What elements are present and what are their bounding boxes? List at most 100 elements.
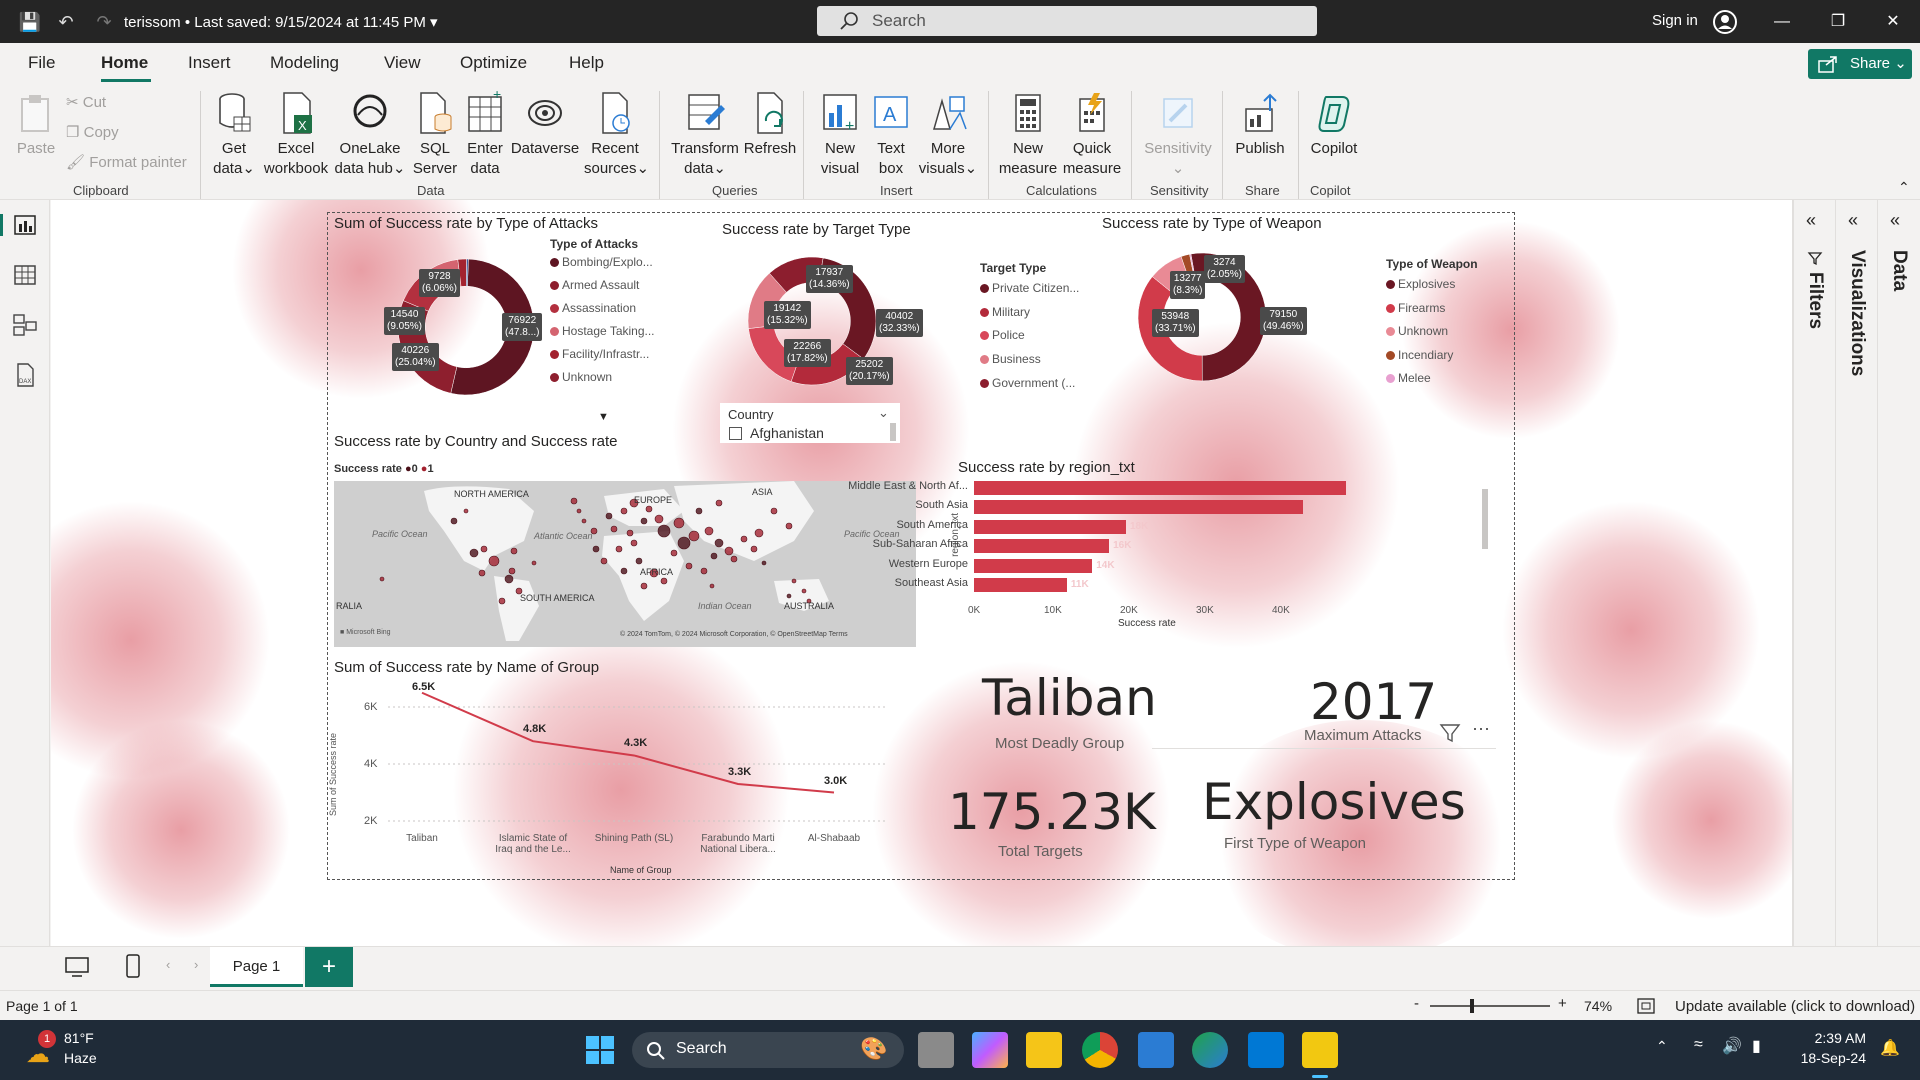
new-measure-button[interactable]: New measure <box>996 91 1060 179</box>
task-view-icon[interactable] <box>918 1032 954 1068</box>
zoom-in-button[interactable]: + <box>1558 995 1567 1012</box>
copilot-button[interactable]: Copilot <box>1304 91 1364 159</box>
legend-item[interactable]: Government (... <box>980 376 1075 390</box>
update-available-link[interactable]: Update available (click to download) <box>1675 998 1915 1015</box>
sign-in-button[interactable]: Sign in <box>1652 12 1698 29</box>
zoom-out-button[interactable]: - <box>1414 995 1419 1012</box>
collapse-ribbon-icon[interactable]: ⌃ <box>1898 179 1910 196</box>
bar[interactable] <box>974 500 1304 515</box>
report-canvas[interactable]: Sum of Success rate by Type of Attacks 9… <box>51 200 1792 946</box>
add-page-button[interactable]: + <box>305 947 353 987</box>
mobile-layout-icon[interactable] <box>124 953 142 979</box>
copilot-taskbar-icon[interactable] <box>972 1032 1008 1068</box>
legend-item[interactable]: Private Citizen... <box>980 281 1079 295</box>
legend-item[interactable]: Military <box>980 305 1030 319</box>
close-button[interactable]: ✕ <box>1873 8 1913 36</box>
clock-date[interactable]: 18-Sep-24 <box>1796 1050 1866 1066</box>
store-icon[interactable] <box>1138 1032 1174 1068</box>
bar[interactable] <box>974 578 1067 592</box>
filters-pane[interactable]: « Filters <box>1793 200 1835 946</box>
expand-pane-icon[interactable]: « <box>1848 210 1858 231</box>
file-explorer-icon[interactable] <box>1026 1032 1062 1068</box>
bar[interactable] <box>974 539 1110 554</box>
tab-optimize[interactable]: Optimize <box>460 53 527 73</box>
bar[interactable] <box>974 481 1346 495</box>
zoom-slider-thumb[interactable] <box>1470 999 1474 1013</box>
transform-data-button[interactable]: Transform data⌄ <box>668 91 742 179</box>
vscode-icon[interactable] <box>1248 1032 1284 1068</box>
account-icon[interactable] <box>1712 9 1738 35</box>
legend-item[interactable]: Explosives <box>1386 277 1455 291</box>
battery-icon[interactable]: ▮ <box>1752 1036 1761 1056</box>
power-bi-icon[interactable] <box>1302 1032 1338 1068</box>
volume-icon[interactable]: 🔊 <box>1722 1036 1742 1056</box>
publish-button[interactable]: Publish <box>1230 91 1290 159</box>
save-icon[interactable]: 💾 <box>18 10 42 34</box>
desktop-layout-icon[interactable] <box>64 955 90 979</box>
excel-workbook-button[interactable]: X Excel workbook <box>262 91 330 179</box>
expand-pane-icon[interactable]: « <box>1806 210 1816 231</box>
notification-icon[interactable]: 🔔 <box>1880 1038 1900 1058</box>
legend-item[interactable]: Unknown <box>1386 324 1448 338</box>
dax-query-view-icon[interactable]: DAX <box>12 362 38 388</box>
chart-scrollbar[interactable] <box>1482 489 1488 549</box>
legend-item[interactable]: Police <box>980 328 1025 342</box>
share-button[interactable]: Share ⌄ <box>1808 49 1912 79</box>
report-view-icon[interactable] <box>12 212 38 238</box>
model-view-icon[interactable] <box>12 312 38 338</box>
zoom-level[interactable]: 74% <box>1584 998 1612 1014</box>
next-page-icon[interactable]: › <box>194 957 198 972</box>
windows-start-icon[interactable] <box>582 1032 618 1068</box>
legend-item[interactable]: Incendiary <box>1386 348 1453 362</box>
refresh-button[interactable]: Refresh <box>742 91 798 159</box>
format-painter-button[interactable]: 🖌 Format painter <box>66 153 187 171</box>
onelake-button[interactable]: OneLake data hub⌄ <box>332 91 408 179</box>
tab-view[interactable]: View <box>384 53 421 73</box>
redo-icon[interactable]: ↷ <box>92 10 116 34</box>
tab-help[interactable]: Help <box>569 53 604 73</box>
chrome-icon[interactable] <box>1082 1032 1118 1068</box>
sql-server-button[interactable]: SQL Server <box>410 91 460 179</box>
visualizations-pane[interactable]: « Visualizations <box>1835 200 1877 946</box>
text-box-button[interactable]: A Text box <box>866 91 916 179</box>
quick-measure-button[interactable]: Quick measure <box>1060 91 1124 179</box>
file-title[interactable]: terissom • Last saved: 9/15/2024 at 11:4… <box>124 13 438 31</box>
dataverse-button[interactable]: Dataverse <box>510 91 580 159</box>
edge-icon[interactable] <box>1192 1032 1228 1068</box>
recent-sources-button[interactable]: Recent sources⌄ <box>584 91 649 179</box>
legend-item[interactable]: Firearms <box>1386 301 1445 315</box>
tab-insert[interactable]: Insert <box>188 53 231 73</box>
sensitivity-button[interactable]: Sensitivity ⌄ <box>1140 91 1216 179</box>
more-options-icon[interactable]: ⋯ <box>1472 719 1490 740</box>
bar[interactable] <box>974 558 1093 573</box>
expand-pane-icon[interactable]: « <box>1890 210 1900 231</box>
zoom-slider[interactable] <box>1430 1005 1550 1007</box>
restore-button[interactable]: ❐ <box>1818 8 1858 36</box>
tab-modeling[interactable]: Modeling <box>270 53 339 73</box>
minimize-button[interactable]: — <box>1762 8 1802 36</box>
fit-to-page-icon[interactable] <box>1636 997 1656 1015</box>
new-visual-button[interactable]: + New visual <box>814 91 866 179</box>
tab-home[interactable]: Home <box>101 53 148 73</box>
wifi-icon[interactable]: ≈ <box>1694 1036 1703 1054</box>
tab-file[interactable]: File <box>28 53 55 73</box>
legend-item[interactable]: Business <box>980 352 1041 366</box>
taskbar-search[interactable]: Search 🎨 <box>632 1032 904 1068</box>
table-view-icon[interactable] <box>12 262 38 288</box>
search-input[interactable]: Search <box>817 6 1317 36</box>
clock-time[interactable]: 2:39 AM <box>1796 1030 1866 1046</box>
get-data-button[interactable]: Get data⌄ <box>208 91 260 179</box>
bar[interactable] <box>974 519 1126 534</box>
page-tab[interactable]: Page 1 <box>210 947 303 987</box>
filter-icon[interactable] <box>1438 721 1462 745</box>
chevron-up-icon[interactable]: ⌃ <box>1656 1038 1668 1055</box>
cut-button[interactable]: ✂ Cut <box>66 93 106 111</box>
undo-icon[interactable]: ↶ <box>54 10 78 34</box>
data-pane[interactable]: « Data <box>1877 200 1919 946</box>
more-visuals-button[interactable]: More visuals⌄ <box>916 91 980 179</box>
weather-widget[interactable]: ☁ 1 <box>20 1030 60 1070</box>
paste-button[interactable]: Paste <box>14 91 58 159</box>
legend-item[interactable]: Melee <box>1386 371 1431 385</box>
prev-page-icon[interactable]: ‹ <box>166 957 170 972</box>
enter-data-button[interactable]: + Enter data <box>462 91 508 179</box>
